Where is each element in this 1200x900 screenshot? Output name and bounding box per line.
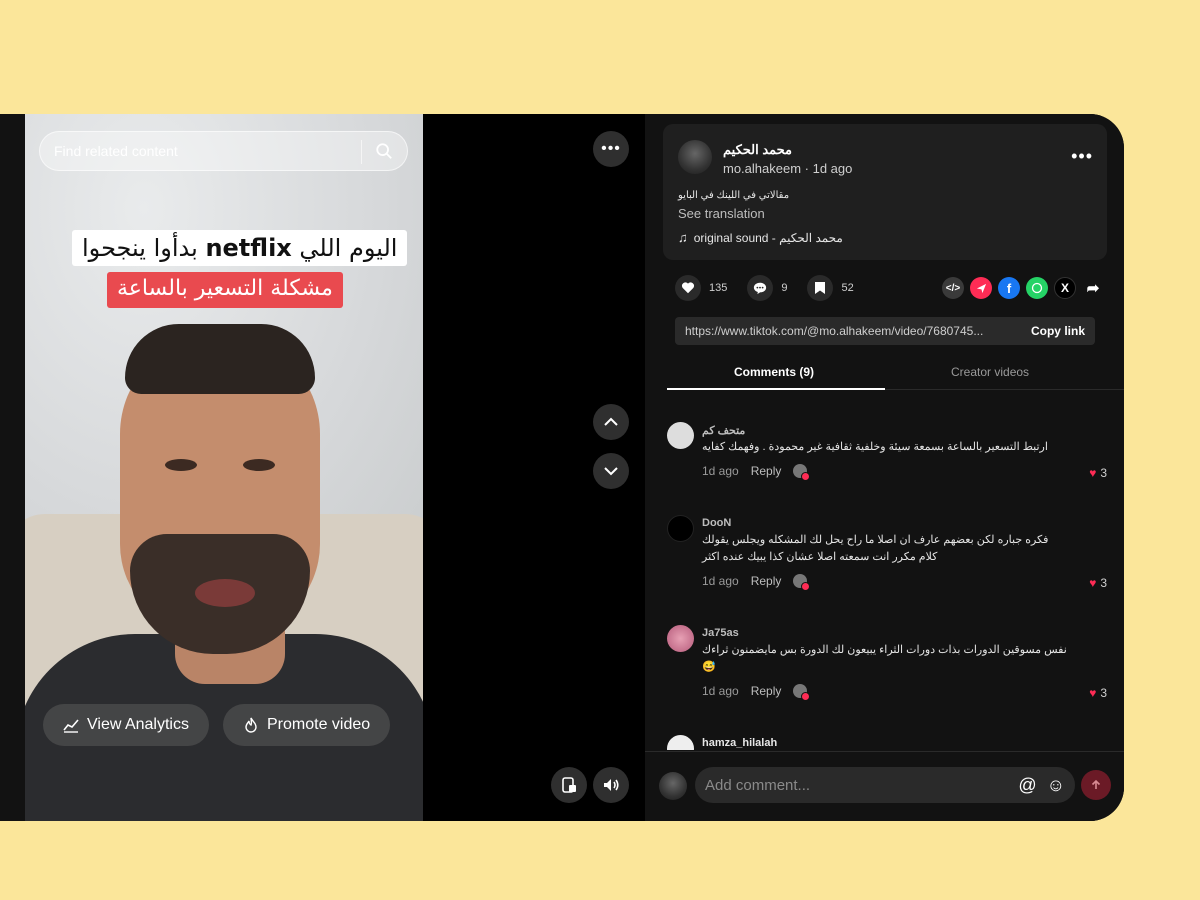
sound-link[interactable]: ♫ original sound - محمد الحكيم xyxy=(678,230,843,245)
active-tab-indicator xyxy=(667,388,885,390)
commenter-avatar[interactable] xyxy=(667,515,694,542)
chevron-up-icon xyxy=(604,417,618,426)
chart-icon xyxy=(63,719,79,733)
commenter-name[interactable]: متحف كم xyxy=(702,424,745,437)
volume-button[interactable] xyxy=(593,767,629,803)
comment-item: DooN فكره جباره لكن بعضهم عارف ان اصلا م… xyxy=(667,515,1107,605)
reply-button[interactable]: Reply xyxy=(751,684,782,698)
copy-link-button[interactable]: Copy link xyxy=(1031,324,1085,338)
tab-creator-videos[interactable]: Creator videos xyxy=(951,365,1029,379)
save-button[interactable]: 52 xyxy=(807,275,854,301)
arrow-up-icon xyxy=(1091,779,1101,789)
facebook-icon[interactable]: f xyxy=(998,277,1020,299)
mention-icon[interactable]: @ xyxy=(1018,775,1036,796)
next-video-button[interactable] xyxy=(593,453,629,489)
reply-button[interactable]: Reply xyxy=(751,464,782,478)
commenter-avatar[interactable] xyxy=(667,422,694,449)
current-user-avatar xyxy=(659,772,687,800)
comment-like-button[interactable]: ♥ 3 xyxy=(1089,686,1107,700)
comments-list: متحف كم ارتبط التسعير بالساعة بسمعة سيئة… xyxy=(645,414,1124,750)
comment-bubble-icon xyxy=(754,282,767,295)
heart-icon: ♥ xyxy=(1089,576,1097,590)
commenter-name[interactable]: DooN xyxy=(702,517,731,529)
video-link-url: https://www.tiktok.com/@mo.alhakeem/vide… xyxy=(685,324,984,338)
volume-icon xyxy=(604,779,619,791)
like-count: 135 xyxy=(709,282,728,294)
engagement-actions: 135 9 52 xyxy=(675,275,854,301)
tab-comments[interactable]: Comments (9) xyxy=(734,365,814,379)
post-description: مقالاتي في اللينك في البايو xyxy=(678,190,790,201)
save-count: 52 xyxy=(841,282,854,294)
whatsapp-icon[interactable] xyxy=(1026,277,1048,299)
comment-time: 1d ago xyxy=(702,574,739,588)
commenter-name[interactable]: Ja75as xyxy=(702,627,739,639)
comment-count: 9 xyxy=(781,282,788,294)
creator-liked-icon xyxy=(793,464,811,481)
post-info-card: محمد الحكيم mo.alhakeem · 1d ago ••• مقا… xyxy=(663,124,1107,260)
comment-composer: Add comment... @ ☺ xyxy=(645,751,1124,821)
comment-input[interactable]: Add comment... @ ☺ xyxy=(695,767,1075,803)
comment-time: 1d ago xyxy=(702,684,739,698)
heart-icon: ♥ xyxy=(1089,686,1097,700)
panel-tabs: Comments (9) Creator videos xyxy=(667,360,1124,390)
comment-item: Ja75as نفس مسوقين الدورات بذات دورات الث… xyxy=(667,625,1107,715)
comment-item: متحف كم ارتبط التسعير بالساعة بسمعة سيئة… xyxy=(667,422,1107,502)
share-arrow-icon[interactable]: ➦ xyxy=(1082,277,1104,299)
video-link-field[interactable]: https://www.tiktok.com/@mo.alhakeem/vide… xyxy=(675,317,1095,345)
comment-text: نفس مسوقين الدورات بذات دورات الثراء يبي… xyxy=(702,644,1067,673)
comment-button[interactable]: 9 xyxy=(747,275,787,301)
comment-text: فكره جباره لكن بعضهم عارف ان اصلا ما راح… xyxy=(702,534,1049,563)
more-icon: ••• xyxy=(601,140,621,157)
author-name[interactable]: محمد الحكيم xyxy=(723,142,792,158)
heart-icon xyxy=(681,282,695,294)
left-edge xyxy=(0,114,25,821)
chevron-down-icon xyxy=(604,467,618,476)
caption-line-1: اليوم اللي netflix بدأوا ينجحوا xyxy=(72,230,408,266)
search-icon[interactable] xyxy=(375,142,393,160)
pip-icon xyxy=(562,777,576,793)
search-placeholder: Find related content xyxy=(54,143,178,159)
commenter-avatar[interactable] xyxy=(667,625,694,652)
promote-video-button[interactable]: Promote video xyxy=(223,704,391,746)
reply-button[interactable]: Reply xyxy=(751,574,782,588)
x-icon[interactable]: X xyxy=(1054,277,1076,299)
related-search-input[interactable]: Find related content xyxy=(39,131,408,171)
comment-item: hamza_hilalah xyxy=(667,735,1107,750)
flame-icon xyxy=(245,717,257,733)
author-avatar[interactable] xyxy=(678,140,712,174)
comment-like-button[interactable]: ♥ 3 xyxy=(1089,576,1107,590)
emoji-icon[interactable]: ☺ xyxy=(1047,775,1065,796)
like-button[interactable]: 135 xyxy=(675,275,727,301)
send-to-friends-icon[interactable] xyxy=(970,277,992,299)
post-more-icon[interactable]: ••• xyxy=(1071,146,1093,167)
more-options-button[interactable]: ••• xyxy=(593,131,629,167)
share-buttons: </> f X ➦ xyxy=(942,277,1104,299)
previous-video-button[interactable] xyxy=(593,404,629,440)
view-analytics-button[interactable]: View Analytics xyxy=(43,704,209,746)
comment-like-button[interactable]: ♥ 3 xyxy=(1089,466,1107,480)
commenter-avatar[interactable] xyxy=(667,735,694,750)
details-panel: محمد الحكيم mo.alhakeem · 1d ago ••• مقا… xyxy=(645,114,1124,821)
heart-icon: ♥ xyxy=(1089,466,1097,480)
send-comment-button[interactable] xyxy=(1081,770,1111,800)
embed-icon[interactable]: </> xyxy=(942,277,964,299)
commenter-name[interactable]: hamza_hilalah xyxy=(702,737,777,749)
comment-text: ارتبط التسعير بالساعة بسمعة سيئة وخلفية … xyxy=(702,441,1048,453)
creator-liked-icon xyxy=(793,574,811,591)
video-player[interactable]: Find related content اليوم اللي netflix … xyxy=(25,114,423,821)
app-window: Find related content اليوم اللي netflix … xyxy=(0,114,1124,821)
creator-liked-icon xyxy=(793,684,811,701)
picture-in-picture-button[interactable] xyxy=(551,767,587,803)
see-translation-link[interactable]: See translation xyxy=(678,206,765,221)
music-note-icon: ♫ xyxy=(678,230,688,245)
comment-time: 1d ago xyxy=(702,464,739,478)
author-handle[interactable]: mo.alhakeem · 1d ago xyxy=(723,161,852,176)
bookmark-icon xyxy=(815,282,826,294)
caption-line-2: مشكلة التسعير بالساعة xyxy=(107,272,343,308)
